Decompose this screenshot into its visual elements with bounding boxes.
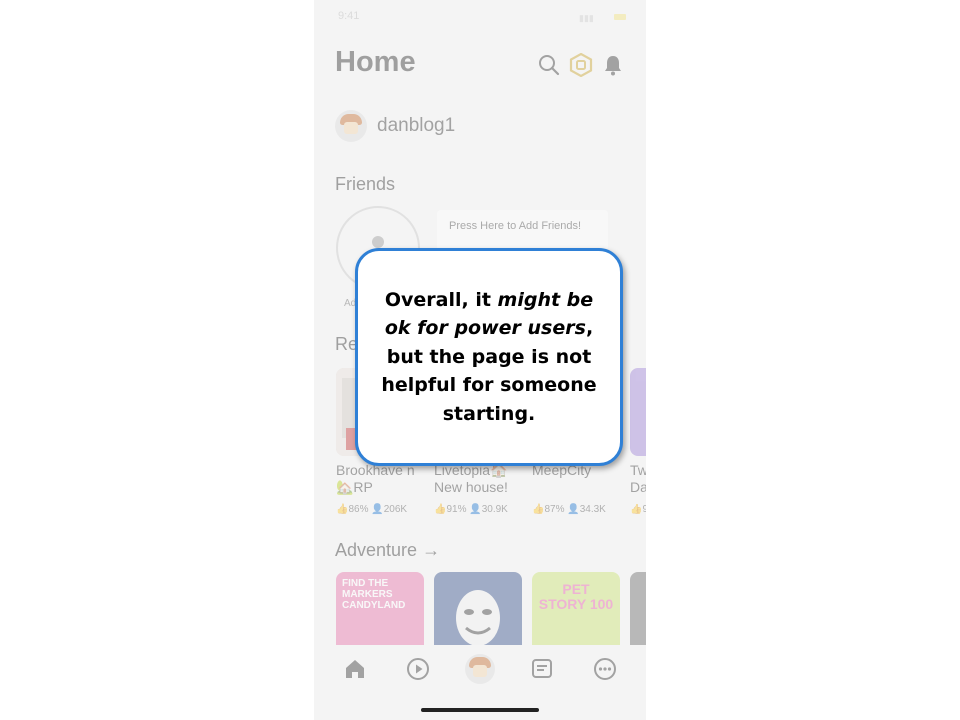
thumbs-up-icon: 👍 [434,504,447,515]
thumbs-up-icon: 👍 [532,504,545,515]
game-stats: 👍86% 👤206K [336,504,408,515]
thumbs-up-icon: 👍 [336,504,349,515]
adventure-heading[interactable]: Adventure → [335,540,440,561]
page-title: Home [335,46,416,78]
header-actions [536,52,626,78]
home-icon[interactable] [339,653,371,685]
game-name: Livetopia🏠 New house! [434,462,508,495]
chat-icon[interactable] [526,653,558,685]
annotation-callout: Overall, it might be ok for power users,… [355,248,623,466]
game-name: Tw Da [630,462,646,495]
arrow-right-icon: → [422,540,441,560]
more-icon[interactable] [589,653,621,685]
callout-text: Overall, it might be ok for power users,… [381,288,597,425]
players-icon: 👤 [469,504,482,515]
home-indicator [421,708,539,712]
slide: 9:41 ▮▮▮ Home danblog1 Friends Add Press… [0,0,960,720]
avatar-icon[interactable] [464,653,496,685]
friends-heading: Friends [335,174,396,194]
status-bar: 9:41 ▮▮▮ [314,10,646,26]
play-icon[interactable] [402,653,434,685]
players-icon: 👤 [567,504,580,515]
avatar [335,110,367,142]
game-stats: 👍9 [630,504,646,515]
game-stats: 👍91% 👤30.9K [434,504,508,515]
thumbs-up-icon: 👍 [630,504,643,515]
game-stats: 👍87% 👤34.3K [532,504,606,515]
signal-icon: ▮▮▮ [579,13,594,23]
battery-icon [614,14,626,20]
bell-icon[interactable] [600,52,626,78]
game-name: Brookhave n 🏡RP [336,462,415,495]
person-icon [372,236,384,248]
user-profile-row[interactable]: danblog1 [335,110,455,142]
username: danblog1 [377,115,456,136]
robux-icon[interactable] [568,52,594,78]
status-time: 9:41 [338,10,360,22]
bottom-nav [314,645,646,693]
players-icon: 👤 [371,504,384,515]
search-icon[interactable] [536,52,562,78]
game-tile-partial[interactable] [630,368,646,456]
